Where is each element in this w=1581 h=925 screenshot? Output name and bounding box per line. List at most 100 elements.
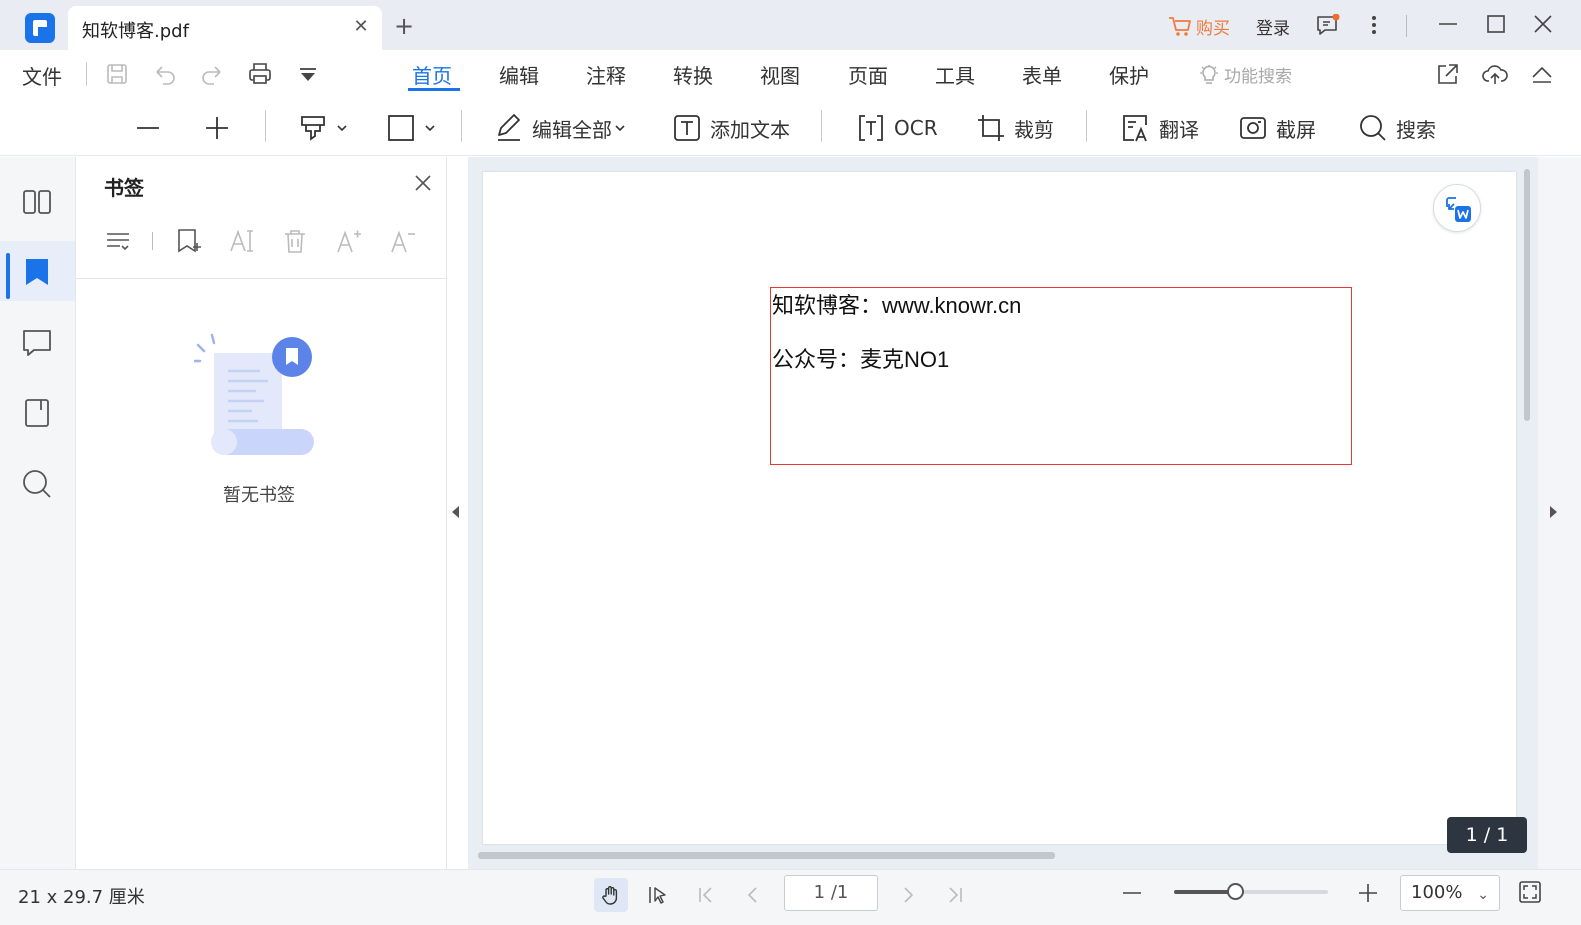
fit-page-icon[interactable] xyxy=(1518,880,1542,904)
chevron-down-icon xyxy=(615,125,625,132)
first-page-button[interactable] xyxy=(689,878,723,912)
shape-tool-button[interactable] xyxy=(386,110,436,146)
edit-all-label: 编辑全部 xyxy=(532,117,612,142)
rail-bookmarks[interactable] xyxy=(0,241,75,301)
tab-convert[interactable]: 转换 xyxy=(673,60,713,89)
tab-annotate[interactable]: 注释 xyxy=(586,60,626,89)
vertical-scrollbar[interactable] xyxy=(1524,169,1530,421)
increase-font-icon[interactable] xyxy=(335,227,363,255)
panel-title: 书签 xyxy=(104,176,144,200)
toolbar: 编辑全部 添加文本 OCR 裁剪 翻译 截屏 搜索 xyxy=(0,100,1581,156)
zoom-slider-handle[interactable] xyxy=(1227,883,1244,900)
pdf-page[interactable]: 知软博客：www.knowr.cn 公众号：麦克NO1 1 / 1 xyxy=(483,172,1527,853)
bookmark-toolbar xyxy=(104,227,424,257)
last-page-button[interactable] xyxy=(938,878,972,912)
pen-edit-icon xyxy=(498,114,520,141)
delete-bookmark-icon[interactable] xyxy=(281,227,309,255)
login-button[interactable]: 登录 xyxy=(1256,14,1290,39)
rail-search[interactable] xyxy=(0,453,75,513)
text-box[interactable]: 知软博客：www.knowr.cn 公众号：麦克NO1 xyxy=(770,287,1352,465)
feature-search[interactable]: 功能搜索 xyxy=(1198,62,1292,87)
zoom-in-icon[interactable] xyxy=(1356,878,1380,908)
highlight-tool-button[interactable] xyxy=(298,110,348,146)
document-viewport[interactable]: 知软博客：www.knowr.cn 公众号：麦克NO1 1 / 1 xyxy=(468,157,1538,869)
document-text-line: 公众号：麦克NO1 xyxy=(772,347,950,372)
bookmark-icon xyxy=(26,259,48,285)
ocr-button[interactable]: OCR xyxy=(856,110,938,146)
message-icon[interactable] xyxy=(1316,14,1340,36)
search-button[interactable]: 搜索 xyxy=(1358,110,1436,146)
save-icon[interactable] xyxy=(103,60,131,88)
decrease-font-icon[interactable] xyxy=(389,227,417,255)
attachment-page-icon xyxy=(25,399,49,427)
chevron-down-icon xyxy=(337,125,347,132)
tab-tools[interactable]: 工具 xyxy=(935,60,975,89)
zoom-slider[interactable] xyxy=(1174,883,1328,900)
collapse-left-panel-icon[interactable] xyxy=(452,506,459,518)
page-number-input[interactable]: 1 /1 xyxy=(784,875,878,911)
tab-home[interactable]: 首页 xyxy=(412,60,452,89)
quick-access-dropdown-icon[interactable] xyxy=(294,60,322,88)
collapse-ribbon-icon[interactable] xyxy=(1528,60,1556,88)
expand-right-panel-icon[interactable] xyxy=(1550,506,1557,518)
close-panel-icon[interactable] xyxy=(412,172,434,194)
undo-icon[interactable] xyxy=(151,60,179,88)
rail-thumbnails[interactable] xyxy=(0,171,75,231)
next-page-button[interactable] xyxy=(891,878,925,912)
zoom-out-icon[interactable] xyxy=(1120,878,1144,908)
redo-icon[interactable] xyxy=(198,60,226,88)
document-tab[interactable]: 知软博客.pdf ✕ xyxy=(68,6,382,50)
close-tab-icon[interactable]: ✕ xyxy=(352,18,370,36)
screenshot-label: 截屏 xyxy=(1276,117,1316,142)
titlebar-divider xyxy=(1406,15,1407,37)
add-text-label: 添加文本 xyxy=(710,117,790,142)
print-icon[interactable] xyxy=(246,60,274,88)
add-bookmark-icon[interactable] xyxy=(174,227,202,255)
tab-protect[interactable]: 保护 xyxy=(1109,60,1149,89)
menu-bar: 文件 首页 编辑 注释 转换 视图 页面 工具 表单 保护 功能搜索 xyxy=(0,50,1581,100)
buy-label: 购买 xyxy=(1196,19,1230,39)
zoom-level-select[interactable]: 100% ⌄ xyxy=(1400,875,1500,911)
rail-attachments[interactable] xyxy=(0,382,75,442)
add-text-button[interactable]: 添加文本 xyxy=(672,110,790,146)
maximize-icon[interactable] xyxy=(1484,12,1508,36)
tab-page[interactable]: 页面 xyxy=(848,60,888,89)
close-window-icon[interactable] xyxy=(1531,12,1555,36)
last-page-icon xyxy=(949,887,962,903)
new-tab-icon[interactable]: + xyxy=(394,14,414,38)
left-icon-rail xyxy=(0,157,76,869)
bookmark-options-icon[interactable] xyxy=(104,227,132,255)
right-panel-rail xyxy=(1538,157,1581,869)
buy-button[interactable]: 购买 xyxy=(1168,14,1230,39)
more-options-icon[interactable] xyxy=(1364,12,1384,38)
toolbar-divider xyxy=(821,110,822,142)
tab-edit[interactable]: 编辑 xyxy=(499,60,539,89)
pdf-to-word-icon xyxy=(1446,197,1471,222)
cloud-upload-icon[interactable] xyxy=(1481,60,1509,88)
chevron-right-icon xyxy=(904,887,914,903)
page-counter: 1 / 1 xyxy=(1447,817,1527,853)
share-icon[interactable] xyxy=(1434,60,1462,88)
zoom-in-button[interactable] xyxy=(203,110,231,146)
tab-form[interactable]: 表单 xyxy=(1022,60,1062,89)
edit-all-button[interactable]: 编辑全部 xyxy=(494,110,626,146)
select-tool-button[interactable] xyxy=(641,878,675,912)
minimize-icon[interactable] xyxy=(1436,12,1460,36)
screenshot-button[interactable]: 截屏 xyxy=(1238,110,1316,146)
rail-comments[interactable] xyxy=(0,312,75,372)
tab-view[interactable]: 视图 xyxy=(760,60,800,89)
zoom-out-button[interactable] xyxy=(134,110,162,146)
rename-bookmark-icon[interactable] xyxy=(228,227,256,255)
crop-button[interactable]: 裁剪 xyxy=(976,110,1054,146)
translate-button[interactable]: 翻译 xyxy=(1121,110,1199,146)
rail-active-indicator xyxy=(6,253,10,299)
horizontal-scrollbar[interactable] xyxy=(478,852,1055,859)
status-bar: 21 x 29.7 厘米 1 /1 100% ⌄ xyxy=(0,869,1581,925)
hand-icon xyxy=(602,886,618,905)
previous-page-button[interactable] xyxy=(736,878,770,912)
crop-label: 裁剪 xyxy=(1014,117,1054,142)
file-menu[interactable]: 文件 xyxy=(22,61,62,90)
hand-tool-button[interactable] xyxy=(594,878,628,912)
empty-bookmark-text: 暂无书签 xyxy=(223,485,295,506)
convert-to-word-button[interactable] xyxy=(1433,184,1481,232)
